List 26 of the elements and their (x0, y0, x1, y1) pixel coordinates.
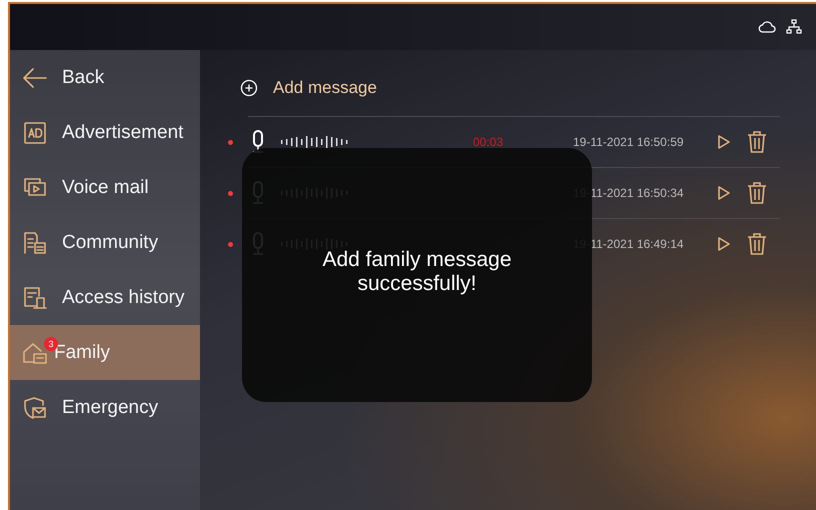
play-button[interactable] (717, 134, 731, 150)
add-message-button[interactable]: Add message (240, 78, 377, 98)
toast-message: Add family message successfully! (321, 248, 513, 297)
plus-circle-icon (240, 79, 258, 97)
timestamp-text: 19-11-2021 16:50:59 (573, 135, 685, 149)
back-button[interactable]: Back (10, 50, 200, 105)
door-icon (22, 286, 48, 310)
house-icon (22, 342, 48, 364)
cloud-icon (758, 20, 776, 34)
video-message-icon (22, 176, 48, 198)
sidebar-item[interactable]: Community (10, 215, 200, 270)
play-button[interactable] (717, 236, 731, 252)
duration-text: 00:03 (473, 135, 504, 149)
building-icon (22, 230, 48, 254)
shield-mail-icon (22, 396, 48, 420)
back-arrow-icon (22, 66, 48, 88)
trash-button[interactable] (747, 233, 767, 255)
network-icon (786, 19, 802, 35)
sidebar-item[interactable]: Emergency (10, 380, 200, 435)
sidebar-item[interactable]: Voice mail (10, 160, 200, 215)
play-button[interactable] (717, 185, 731, 201)
ad-icon (22, 122, 48, 144)
sidebar-item[interactable]: Advertisement (10, 105, 200, 160)
trash-button[interactable] (747, 182, 767, 204)
sidebar-item[interactable]: Access history (10, 270, 200, 325)
trash-button[interactable] (747, 131, 767, 153)
